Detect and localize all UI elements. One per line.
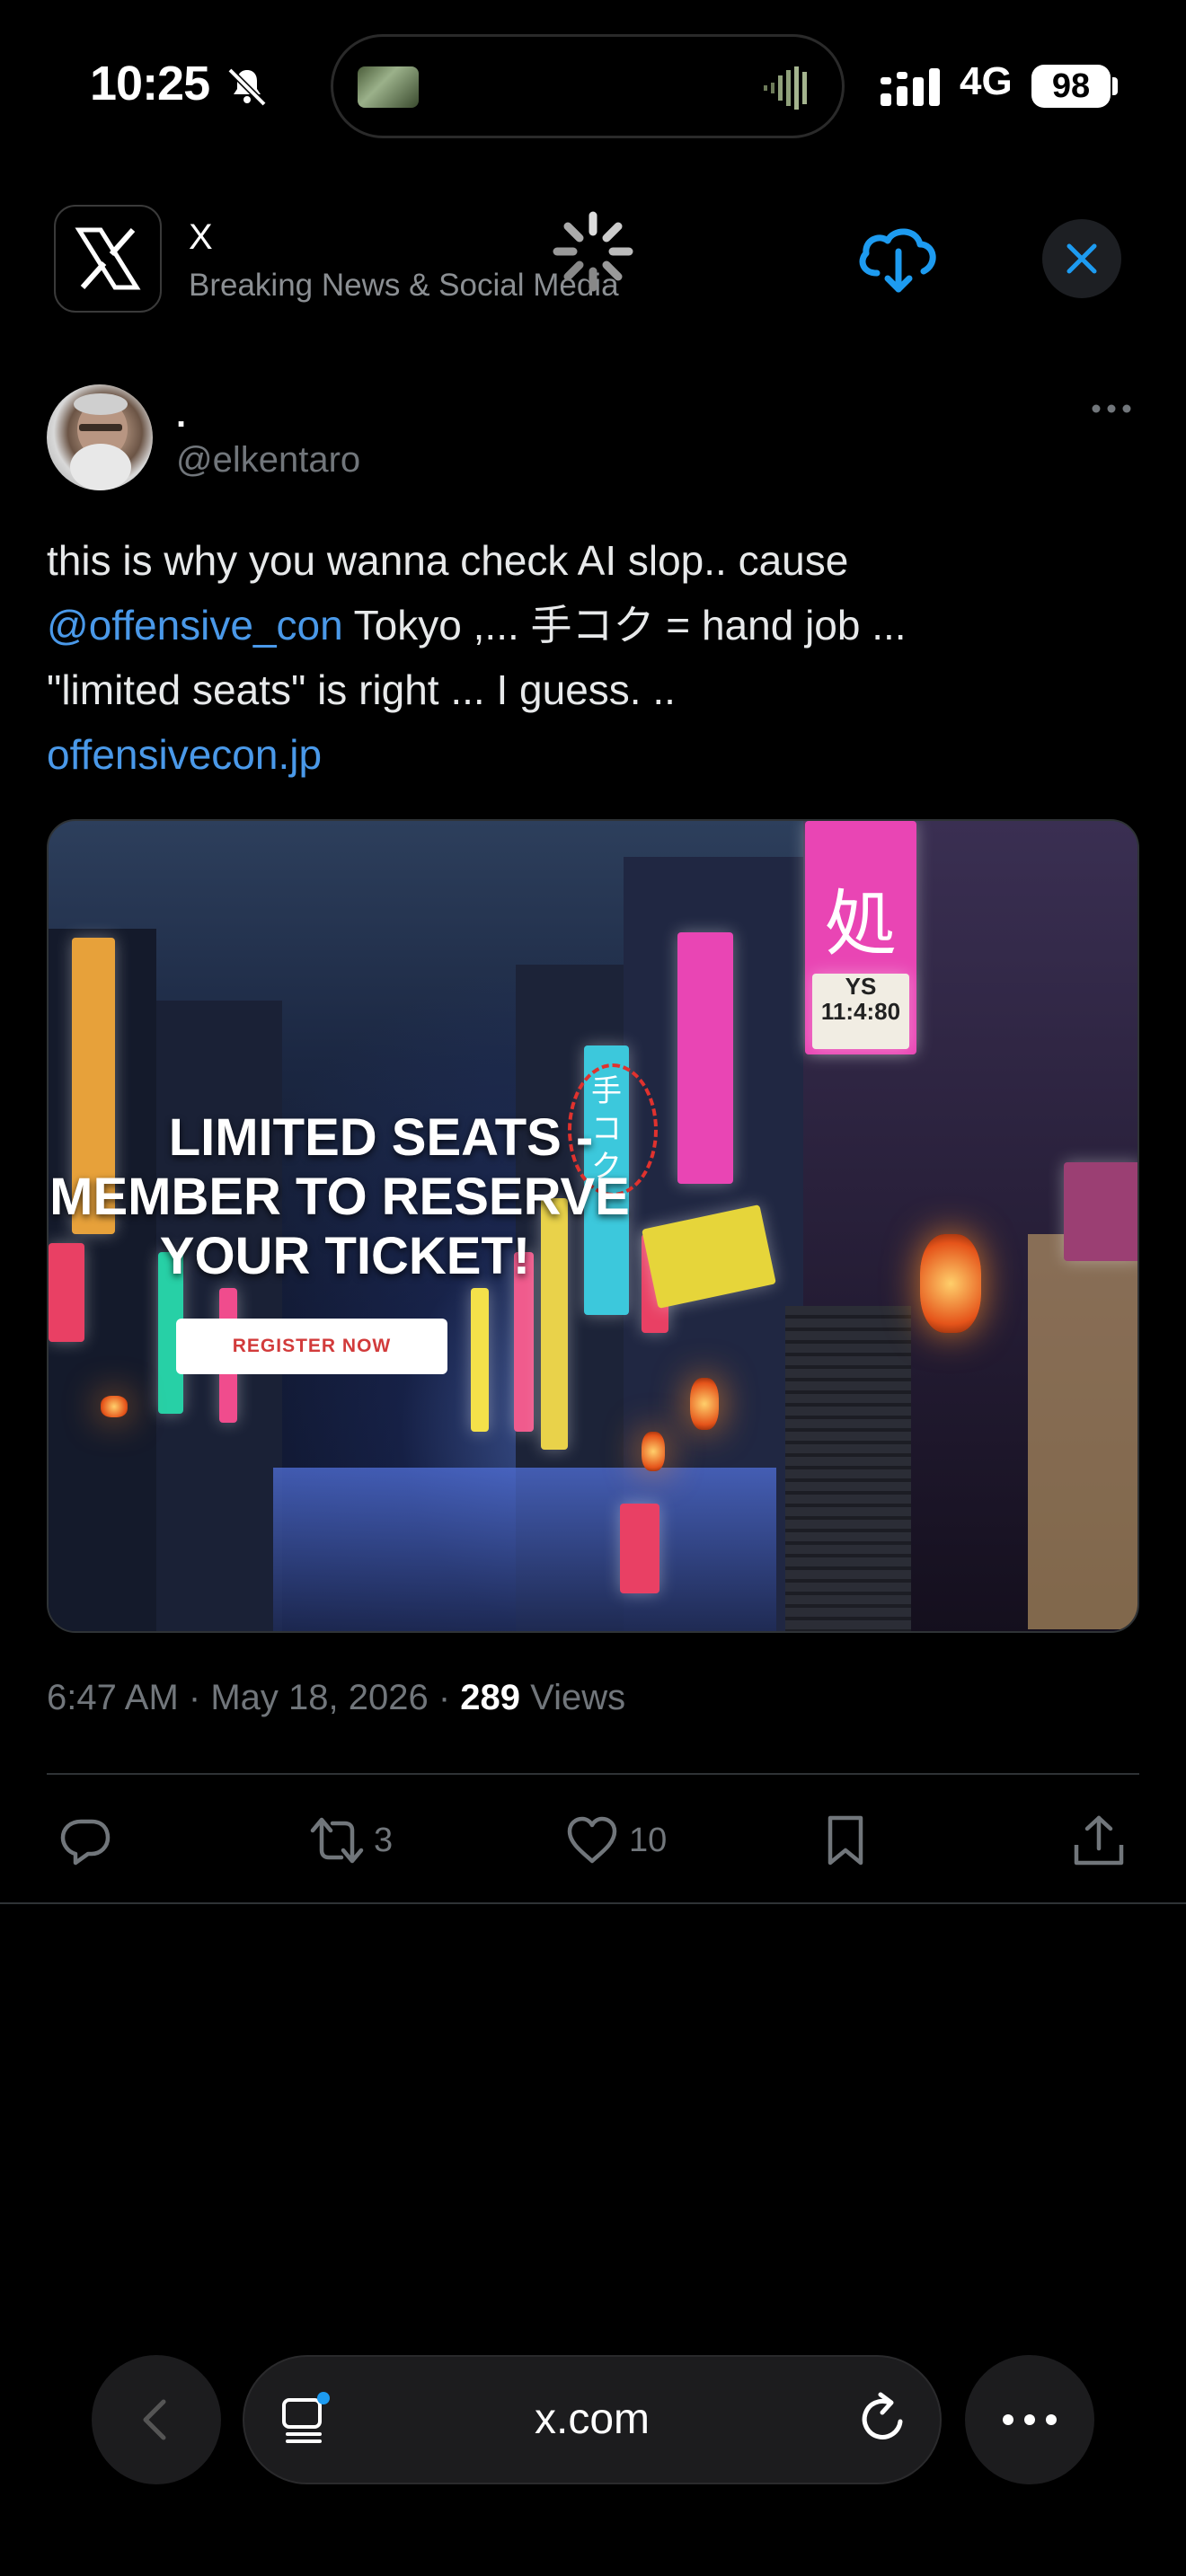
avatar[interactable] bbox=[47, 384, 153, 490]
x-logo-icon bbox=[75, 227, 141, 290]
red-lantern bbox=[642, 1432, 665, 1471]
tweet-time[interactable]: 6:47 AM bbox=[47, 1678, 179, 1717]
neon-sign bbox=[1064, 1162, 1137, 1261]
ad-headline-2: MEMBER TO RESERVE bbox=[49, 1168, 630, 1226]
tweet-text-line-2-rest: Tokyo ,... 手コク = hand job ... bbox=[342, 602, 907, 648]
shutter bbox=[785, 1306, 911, 1631]
divider bbox=[0, 1902, 1186, 1904]
bookmark-button[interactable] bbox=[818, 1809, 873, 1872]
shop-window bbox=[1028, 1234, 1137, 1629]
url-text[interactable]: x.com bbox=[243, 2355, 942, 2484]
silent-bell-icon bbox=[227, 67, 267, 107]
author-display-name[interactable]: . bbox=[176, 395, 186, 436]
neon-sign bbox=[471, 1288, 489, 1432]
tweet-meta: 6:47 AM · May 18, 2026 · 289 Views bbox=[47, 1678, 625, 1718]
network-type: 4G bbox=[960, 59, 1013, 103]
views-label: Views bbox=[530, 1678, 626, 1717]
browser-more-button[interactable] bbox=[965, 2355, 1094, 2484]
retweet-icon bbox=[310, 1817, 364, 1864]
register-now-button: REGISTER NOW bbox=[176, 1319, 447, 1374]
clock-sign: YS 11:4:80 bbox=[812, 974, 909, 1049]
cloud-download-icon[interactable] bbox=[854, 219, 943, 295]
ellipsis-icon bbox=[1003, 2414, 1057, 2425]
author-handle[interactable]: @elkentaro bbox=[176, 440, 360, 481]
share-button[interactable] bbox=[1071, 1809, 1127, 1872]
tweet-text-line-1: this is why you wanna check AI slop.. ca… bbox=[47, 537, 849, 584]
signal-bars-icon bbox=[881, 68, 940, 106]
tweet-text-line-3: "limited seats" is right ... I guess. .. bbox=[47, 666, 676, 713]
app-banner-title: X bbox=[189, 217, 213, 257]
avatar-face bbox=[70, 393, 131, 490]
ad-headline-3: YOUR TICKET! bbox=[159, 1227, 531, 1285]
sign-kanji-top: 処 bbox=[825, 882, 897, 966]
battery-level: 98 bbox=[1031, 65, 1111, 108]
tweet-image[interactable]: 手コク 処 YS 11:4:80 LIMITED SEATS - MEMBER … bbox=[47, 819, 1139, 1633]
clock-sign-value: 11:4:80 bbox=[820, 998, 901, 1025]
battery-cap bbox=[1112, 77, 1118, 95]
divider bbox=[47, 1773, 1139, 1775]
views-count: 289 bbox=[460, 1678, 521, 1717]
mention-link[interactable]: @offensive_con bbox=[47, 602, 343, 648]
loading-spinner-icon bbox=[553, 211, 633, 292]
bookmark-icon bbox=[828, 1815, 863, 1866]
close-banner-button[interactable] bbox=[1042, 219, 1121, 298]
share-icon bbox=[1074, 1815, 1124, 1866]
retweet-button[interactable]: 3 bbox=[309, 1809, 393, 1872]
reply-icon bbox=[60, 1819, 111, 1866]
ad-headline-1: LIMITED SEATS - bbox=[168, 1108, 594, 1167]
neon-sign bbox=[620, 1504, 659, 1593]
chevron-left-icon bbox=[143, 2399, 166, 2440]
like-button[interactable]: 10 bbox=[564, 1809, 667, 1872]
audio-wave-icon bbox=[764, 66, 807, 110]
x-app-icon[interactable] bbox=[54, 205, 162, 313]
retweet-count: 3 bbox=[374, 1821, 394, 1859]
back-button[interactable] bbox=[92, 2355, 221, 2484]
external-link[interactable]: offensivecon.jp bbox=[47, 731, 322, 778]
street bbox=[273, 1468, 776, 1631]
like-count: 10 bbox=[629, 1821, 668, 1859]
heart-icon bbox=[567, 1816, 617, 1864]
reload-icon[interactable] bbox=[854, 2389, 913, 2448]
clock-sign-label: YS bbox=[845, 973, 877, 1000]
reply-button[interactable] bbox=[58, 1809, 113, 1872]
more-options-icon[interactable] bbox=[1089, 395, 1134, 422]
meta-separator: · bbox=[438, 1678, 461, 1717]
red-lantern bbox=[920, 1234, 981, 1333]
tweet-date[interactable]: May 18, 2026 bbox=[210, 1678, 428, 1717]
red-lantern bbox=[101, 1396, 128, 1417]
tweet-text-line-2: @offensive_con Tokyo ,... 手コク = hand job… bbox=[47, 593, 1125, 657]
now-playing-thumbnail bbox=[358, 66, 419, 108]
red-lantern bbox=[690, 1378, 719, 1430]
meta-separator: · bbox=[188, 1678, 211, 1717]
close-icon bbox=[1067, 243, 1097, 274]
status-time: 10:25 bbox=[90, 57, 210, 110]
tweet-text: this is why you wanna check AI slop.. ca… bbox=[47, 528, 1125, 787]
